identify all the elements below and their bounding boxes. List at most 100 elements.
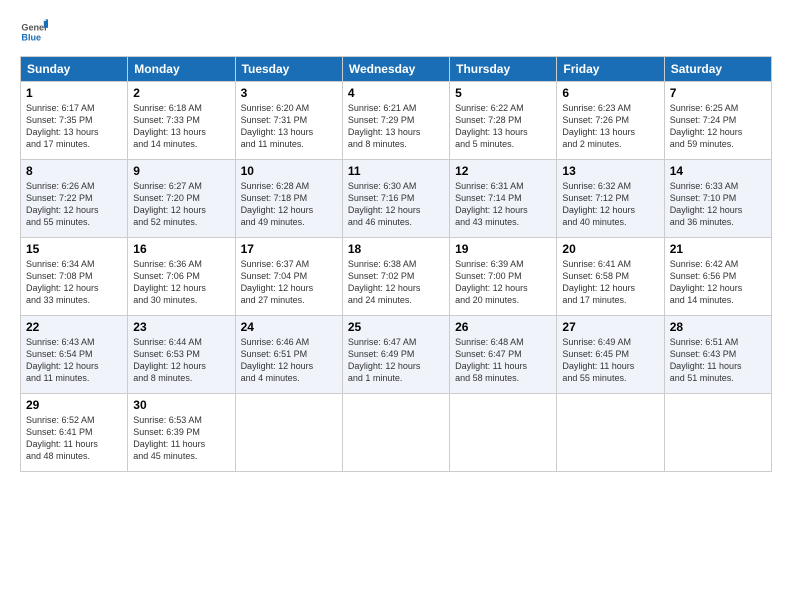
calendar-cell: 26 Sunrise: 6:48 AM Sunset: 6:47 PM Dayli…	[450, 316, 557, 394]
day-info: Sunrise: 6:23 AM Sunset: 7:26 PM Dayligh…	[562, 102, 658, 151]
calendar-cell: 5 Sunrise: 6:22 AM Sunset: 7:28 PM Daylig…	[450, 82, 557, 160]
calendar-cell: 9Sunrise: 6:27 AM Sunset: 7:20 PM Daylig…	[128, 160, 235, 238]
calendar-cell: 10 Sunrise: 6:28 AM Sunset: 7:18 PM Dayli…	[235, 160, 342, 238]
day-info: Sunrise: 6:47 AM Sunset: 6:49 PM Dayligh…	[348, 336, 444, 385]
day-number: 12	[455, 164, 551, 178]
day-number: 10	[241, 164, 337, 178]
calendar-header-row: SundayMondayTuesdayWednesdayThursdayFrid…	[21, 57, 772, 82]
day-info: Sunrise: 6:48 AM Sunset: 6:47 PM Dayligh…	[455, 336, 551, 385]
header: General Blue	[20, 18, 772, 46]
day-info: Sunrise: 6:33 AM Sunset: 7:10 PM Dayligh…	[670, 180, 766, 229]
calendar-cell: 18 Sunrise: 6:38 AM Sunset: 7:02 PM Dayli…	[342, 238, 449, 316]
day-number: 29	[26, 398, 122, 412]
calendar-cell: 17 Sunrise: 6:37 AM Sunset: 7:04 PM Dayli…	[235, 238, 342, 316]
day-info: Sunrise: 6:43 AM Sunset: 6:54 PM Dayligh…	[26, 336, 122, 385]
calendar-cell: 19 Sunrise: 6:39 AM Sunset: 7:00 PM Dayli…	[450, 238, 557, 316]
calendar-cell: 2 Sunrise: 6:18 AM Sunset: 7:33 PM Daylig…	[128, 82, 235, 160]
day-info: Sunrise: 6:37 AM Sunset: 7:04 PM Dayligh…	[241, 258, 337, 307]
calendar-week-5: 29 Sunrise: 6:52 AM Sunset: 6:41 PM Dayli…	[21, 394, 772, 472]
day-number: 16	[133, 242, 229, 256]
day-info: Sunrise: 6:38 AM Sunset: 7:02 PM Dayligh…	[348, 258, 444, 307]
calendar-cell: 23 Sunrise: 6:44 AM Sunset: 6:53 PM Dayli…	[128, 316, 235, 394]
calendar-cell: 25 Sunrise: 6:47 AM Sunset: 6:49 PM Dayli…	[342, 316, 449, 394]
day-info: Sunrise: 6:46 AM Sunset: 6:51 PM Dayligh…	[241, 336, 337, 385]
day-info: Sunrise: 6:18 AM Sunset: 7:33 PM Dayligh…	[133, 102, 229, 151]
day-number: 23	[133, 320, 229, 334]
day-number: 8	[26, 164, 122, 178]
calendar-header-friday: Friday	[557, 57, 664, 82]
calendar-cell: 22 Sunrise: 6:43 AM Sunset: 6:54 PM Dayli…	[21, 316, 128, 394]
day-number: 25	[348, 320, 444, 334]
day-info: Sunrise: 6:34 AM Sunset: 7:08 PM Dayligh…	[26, 258, 122, 307]
day-number: 26	[455, 320, 551, 334]
calendar-cell: 7 Sunrise: 6:25 AM Sunset: 7:24 PM Daylig…	[664, 82, 771, 160]
calendar-table: SundayMondayTuesdayWednesdayThursdayFrid…	[20, 56, 772, 472]
calendar-cell: 20 Sunrise: 6:41 AM Sunset: 6:58 PM Dayli…	[557, 238, 664, 316]
calendar-header-saturday: Saturday	[664, 57, 771, 82]
calendar-cell: 13 Sunrise: 6:32 AM Sunset: 7:12 PM Dayli…	[557, 160, 664, 238]
day-info: Sunrise: 6:53 AM Sunset: 6:39 PM Dayligh…	[133, 414, 229, 463]
day-number: 4	[348, 86, 444, 100]
day-info: Sunrise: 6:39 AM Sunset: 7:00 PM Dayligh…	[455, 258, 551, 307]
day-number: 14	[670, 164, 766, 178]
calendar-cell: 27 Sunrise: 6:49 AM Sunset: 6:45 PM Dayli…	[557, 316, 664, 394]
day-number: 9	[133, 164, 229, 178]
day-number: 20	[562, 242, 658, 256]
day-info: Sunrise: 6:21 AM Sunset: 7:29 PM Dayligh…	[348, 102, 444, 151]
day-number: 1	[26, 86, 122, 100]
calendar-cell	[342, 394, 449, 472]
day-info: Sunrise: 6:51 AM Sunset: 6:43 PM Dayligh…	[670, 336, 766, 385]
calendar-header-wednesday: Wednesday	[342, 57, 449, 82]
calendar-cell	[664, 394, 771, 472]
calendar-cell: 3 Sunrise: 6:20 AM Sunset: 7:31 PM Daylig…	[235, 82, 342, 160]
day-number: 19	[455, 242, 551, 256]
calendar-cell: 16 Sunrise: 6:36 AM Sunset: 7:06 PM Dayli…	[128, 238, 235, 316]
calendar-cell: 30 Sunrise: 6:53 AM Sunset: 6:39 PM Dayli…	[128, 394, 235, 472]
day-number: 17	[241, 242, 337, 256]
day-info: Sunrise: 6:44 AM Sunset: 6:53 PM Dayligh…	[133, 336, 229, 385]
day-info: Sunrise: 6:52 AM Sunset: 6:41 PM Dayligh…	[26, 414, 122, 463]
day-info: Sunrise: 6:31 AM Sunset: 7:14 PM Dayligh…	[455, 180, 551, 229]
day-number: 13	[562, 164, 658, 178]
day-info: Sunrise: 6:30 AM Sunset: 7:16 PM Dayligh…	[348, 180, 444, 229]
calendar-cell: 6Sunrise: 6:23 AM Sunset: 7:26 PM Daylig…	[557, 82, 664, 160]
day-info: Sunrise: 6:49 AM Sunset: 6:45 PM Dayligh…	[562, 336, 658, 385]
calendar-cell: 15Sunrise: 6:34 AM Sunset: 7:08 PM Dayli…	[21, 238, 128, 316]
day-number: 7	[670, 86, 766, 100]
day-info: Sunrise: 6:20 AM Sunset: 7:31 PM Dayligh…	[241, 102, 337, 151]
calendar-cell: 4 Sunrise: 6:21 AM Sunset: 7:29 PM Daylig…	[342, 82, 449, 160]
calendar-cell	[557, 394, 664, 472]
day-number: 27	[562, 320, 658, 334]
day-info: Sunrise: 6:28 AM Sunset: 7:18 PM Dayligh…	[241, 180, 337, 229]
day-number: 22	[26, 320, 122, 334]
day-number: 2	[133, 86, 229, 100]
day-info: Sunrise: 6:22 AM Sunset: 7:28 PM Dayligh…	[455, 102, 551, 151]
day-number: 18	[348, 242, 444, 256]
day-info: Sunrise: 6:41 AM Sunset: 6:58 PM Dayligh…	[562, 258, 658, 307]
calendar-cell: 28 Sunrise: 6:51 AM Sunset: 6:43 PM Dayli…	[664, 316, 771, 394]
calendar-cell: 11Sunrise: 6:30 AM Sunset: 7:16 PM Dayli…	[342, 160, 449, 238]
calendar-cell: 8 Sunrise: 6:26 AM Sunset: 7:22 PM Daylig…	[21, 160, 128, 238]
calendar-cell: 29 Sunrise: 6:52 AM Sunset: 6:41 PM Dayli…	[21, 394, 128, 472]
calendar-cell: 12 Sunrise: 6:31 AM Sunset: 7:14 PM Dayli…	[450, 160, 557, 238]
day-number: 3	[241, 86, 337, 100]
logo: General Blue	[20, 18, 52, 46]
day-info: Sunrise: 6:25 AM Sunset: 7:24 PM Dayligh…	[670, 102, 766, 151]
day-info: Sunrise: 6:42 AM Sunset: 6:56 PM Dayligh…	[670, 258, 766, 307]
calendar-cell: 14 Sunrise: 6:33 AM Sunset: 7:10 PM Dayli…	[664, 160, 771, 238]
calendar-cell	[235, 394, 342, 472]
day-number: 5	[455, 86, 551, 100]
calendar-week-3: 15Sunrise: 6:34 AM Sunset: 7:08 PM Dayli…	[21, 238, 772, 316]
day-info: Sunrise: 6:26 AM Sunset: 7:22 PM Dayligh…	[26, 180, 122, 229]
day-info: Sunrise: 6:36 AM Sunset: 7:06 PM Dayligh…	[133, 258, 229, 307]
svg-text:Blue: Blue	[21, 32, 41, 42]
day-number: 30	[133, 398, 229, 412]
calendar-week-4: 22 Sunrise: 6:43 AM Sunset: 6:54 PM Dayli…	[21, 316, 772, 394]
day-number: 21	[670, 242, 766, 256]
calendar-header-sunday: Sunday	[21, 57, 128, 82]
day-number: 28	[670, 320, 766, 334]
calendar-cell	[450, 394, 557, 472]
day-info: Sunrise: 6:32 AM Sunset: 7:12 PM Dayligh…	[562, 180, 658, 229]
calendar-week-2: 8 Sunrise: 6:26 AM Sunset: 7:22 PM Daylig…	[21, 160, 772, 238]
calendar-week-1: 1Sunrise: 6:17 AM Sunset: 7:35 PM Daylig…	[21, 82, 772, 160]
